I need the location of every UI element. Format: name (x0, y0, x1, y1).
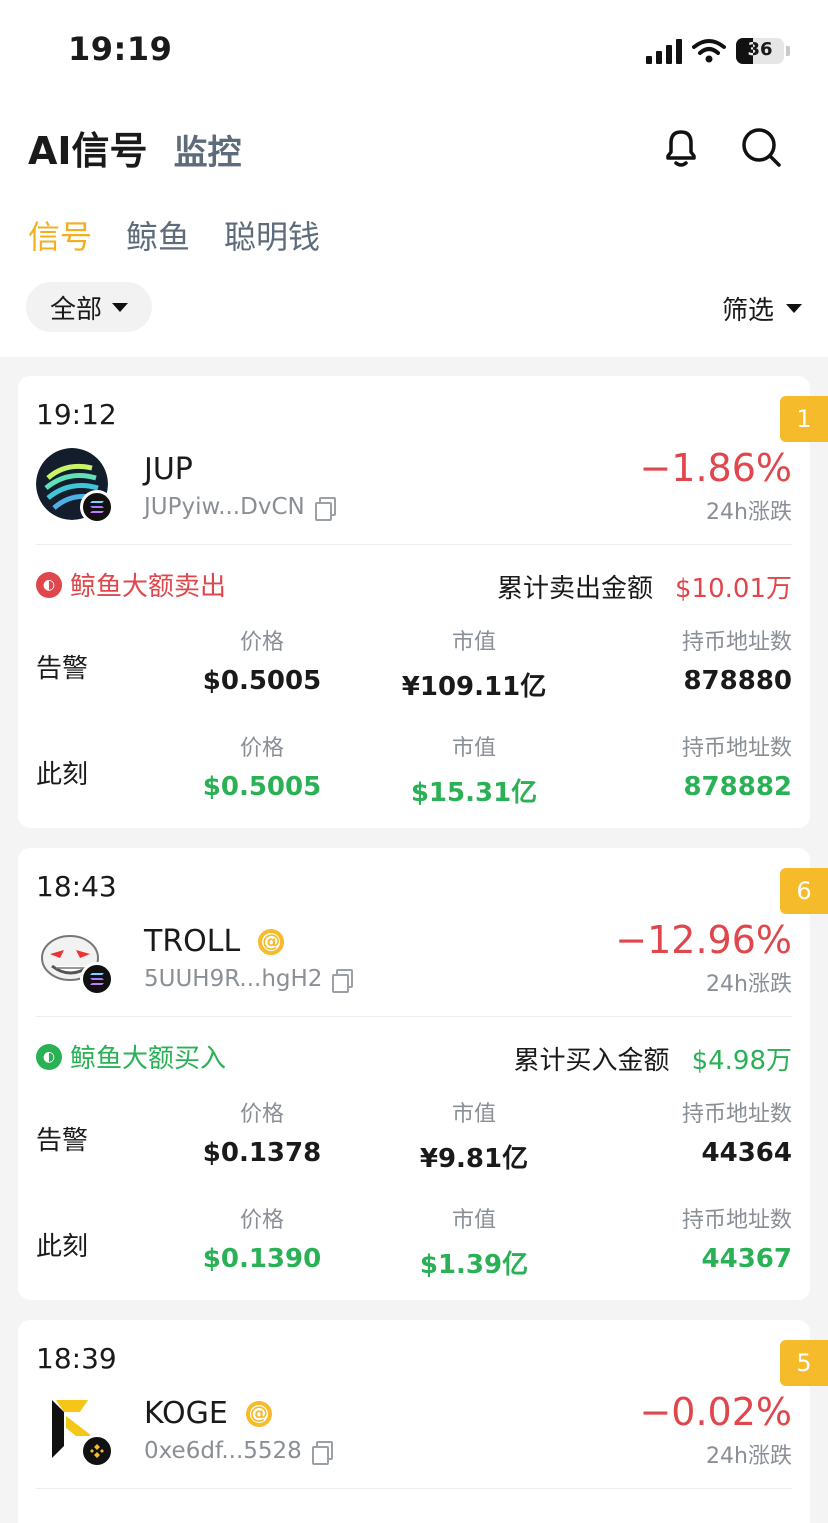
chevron-down-icon (786, 304, 802, 313)
wifi-icon (692, 39, 726, 63)
holders-header: 持币地址数 (681, 630, 792, 655)
token-address: 5UUH9R...hgH2 (144, 966, 323, 992)
alert-holders: 44364 (701, 1138, 792, 1168)
signal-time: 19:12 (36, 398, 117, 431)
solana-chain-icon (80, 490, 114, 524)
cumulative-amount: 累计卖出金额 $10.01万 (497, 568, 792, 605)
divider (36, 1016, 792, 1017)
signal-time: 18:39 (36, 1342, 117, 1375)
price-change-label: 24h涨跌 (706, 500, 792, 525)
alert-price: $0.1378 (202, 1138, 322, 1168)
price-header: 价格 (239, 1102, 284, 1127)
token-address: JUPyiw...DvCN (144, 494, 305, 520)
now-row: 此刻 价格 $0.1390 市值 $1.39亿 持币地址数 44367 (36, 1202, 792, 1282)
price-change-label: 24h涨跌 (706, 972, 792, 997)
mention-icon[interactable]: @ (258, 928, 285, 955)
signal-card[interactable]: 18:39 5 KOGE @ 0xe6df...5528 −0.02% 24h涨跌 (18, 1320, 828, 1523)
tab-whale[interactable]: 鲸鱼 (126, 212, 190, 258)
now-price: $0.5005 (202, 772, 322, 802)
sum-value: $10.01万 (675, 574, 792, 604)
copy-icon[interactable] (332, 969, 354, 993)
monitor-tab[interactable]: 监控 (174, 125, 242, 174)
alert-price: $0.5005 (202, 666, 322, 696)
price-header: 价格 (239, 630, 284, 655)
token-address: 0xe6df...5528 (144, 1438, 302, 1464)
alert-row: 告警 价格 $0.5005 市值 ¥109.11亿 持币地址数 878880 (36, 624, 792, 704)
now-price: $0.1390 (202, 1244, 322, 1274)
alert-holders: 878880 (683, 666, 792, 696)
whale-icon: ◐ (36, 571, 62, 598)
now-holders: 44367 (701, 1244, 792, 1274)
sum-value: $4.98万 (691, 1046, 792, 1076)
signal-card[interactable]: 18:43 6 TROLL @ 5UUH9R...hgH2 −12.96% 24h… (18, 848, 828, 1300)
page-title[interactable]: AI信号 (28, 120, 148, 175)
scope-label: 全部 (49, 294, 102, 325)
price-change-label: 24h涨跌 (706, 1444, 792, 1469)
signal-count-badge: 6 (780, 868, 828, 914)
alert-label: 鲸鱼大额买入 (70, 1044, 227, 1074)
holders-header: 持币地址数 (681, 1208, 792, 1233)
battery-icon: 36 (736, 38, 784, 64)
bnb-chain-icon (80, 1434, 114, 1468)
divider (36, 1488, 792, 1489)
battery-level: 36 (747, 39, 773, 60)
token-symbol: KOGE (144, 1396, 228, 1431)
alert-mcap: ¥9.81亿 (419, 1144, 529, 1174)
signal-tabs: 信号 鲸鱼 聪明钱 (28, 212, 320, 258)
scope-dropdown[interactable]: 全部 (26, 282, 152, 332)
token-symbol: TROLL (144, 924, 241, 959)
row-label: 此刻 (36, 760, 89, 790)
alert-label: 鲸鱼大额卖出 (70, 572, 227, 602)
now-mcap: $1.39亿 (419, 1250, 529, 1280)
page-header: AI信号 监控 (28, 120, 242, 175)
price-change: −12.96% (615, 918, 792, 962)
cumulative-amount: 累计买入金额 $4.98万 (514, 1040, 792, 1077)
copy-icon[interactable] (311, 1441, 333, 1465)
search-icon[interactable] (740, 126, 782, 168)
chevron-down-icon (112, 302, 128, 312)
alert-mcap: ¥109.11亿 (401, 672, 547, 702)
now-row: 此刻 价格 $0.5005 市值 $15.31亿 持币地址数 878882 (36, 730, 792, 810)
signal-count-badge: 5 (780, 1340, 828, 1386)
mcap-header: 市值 (451, 736, 496, 761)
status-time: 19:19 (68, 30, 173, 68)
sum-label: 累计买入金额 (513, 1046, 670, 1076)
row-label: 此刻 (36, 1232, 89, 1262)
price-change: −0.02% (639, 1390, 792, 1434)
holders-header: 持币地址数 (681, 736, 792, 761)
row-label: 告警 (36, 654, 89, 684)
mention-icon[interactable]: @ (245, 1400, 272, 1427)
mcap-header: 市值 (451, 1102, 496, 1127)
cellular-signal-icon (646, 38, 682, 64)
mcap-header: 市值 (451, 630, 496, 655)
alert-type: ◐ 鲸鱼大额买入 (36, 1038, 226, 1075)
top-section: 19:19 36 AI信号 监控 信号 鲸鱼 聪明钱 全部 筛选 (0, 0, 828, 357)
divider (36, 544, 792, 545)
price-change: −1.86% (639, 446, 792, 490)
filter-dropdown[interactable]: 筛选 (722, 290, 802, 327)
sum-label: 累计卖出金额 (497, 574, 654, 604)
signal-time: 18:43 (36, 870, 117, 903)
tab-smart-money[interactable]: 聪明钱 (224, 212, 320, 258)
signal-count-badge: 1 (780, 396, 828, 442)
status-bar: 19:19 36 (0, 0, 828, 100)
filter-label: 筛选 (721, 296, 774, 326)
mcap-header: 市值 (451, 1208, 496, 1233)
alert-row: 告警 价格 $0.1378 市值 ¥9.81亿 持币地址数 44364 (36, 1096, 792, 1176)
whale-icon: ◐ (36, 1043, 62, 1070)
price-header: 价格 (239, 736, 284, 761)
alert-type: ◐ 鲸鱼大额卖出 (36, 566, 226, 603)
copy-icon[interactable] (314, 497, 336, 521)
now-holders: 878882 (683, 772, 792, 802)
row-label: 告警 (36, 1126, 89, 1156)
bell-icon[interactable] (662, 126, 700, 168)
solana-chain-icon (80, 962, 114, 996)
token-symbol: JUP (144, 452, 193, 487)
price-header: 价格 (239, 1208, 284, 1233)
signal-card[interactable]: 19:12 1 JUP JUPyiw...DvCN −1.86% 24h涨跌 ◐… (18, 376, 828, 828)
holders-header: 持币地址数 (681, 1102, 792, 1127)
now-mcap: $15.31亿 (410, 778, 538, 808)
tab-signal[interactable]: 信号 (28, 212, 92, 258)
